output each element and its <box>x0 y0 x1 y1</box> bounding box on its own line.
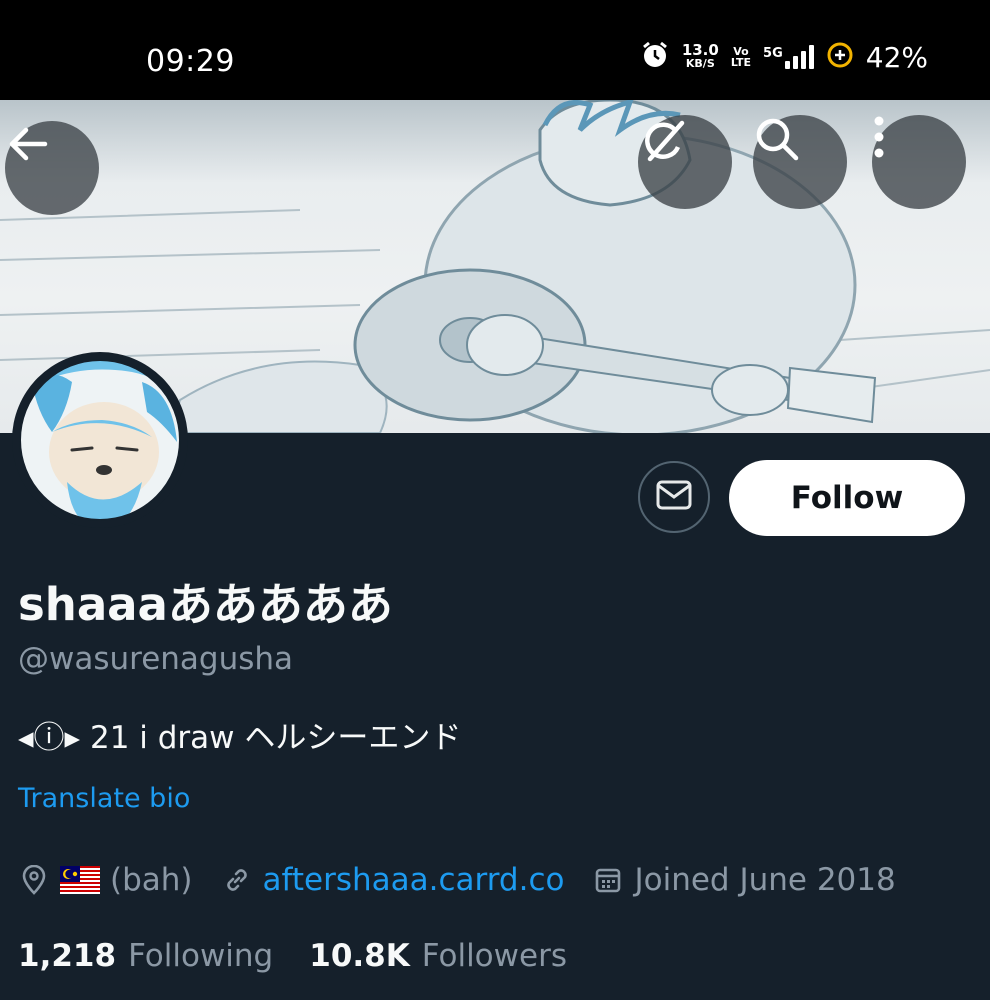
profile-bio: ◂ⓘ▸ 21 i draw ヘルシーエンド <box>18 720 462 756</box>
profile-meta: (bah) aftershaaa.carrd.co Joined June 20… <box>20 862 926 898</box>
followers-label: Followers <box>421 938 567 974</box>
battery-level: 42% <box>865 40 928 74</box>
website-item[interactable]: aftershaaa.carrd.co <box>223 862 565 898</box>
search-button[interactable] <box>753 115 847 209</box>
more-button[interactable] <box>872 115 966 209</box>
status-bar: 09:29 13.0 KB/S Vo LTE 5G 42% <box>0 0 990 100</box>
location-item: (bah) <box>20 862 193 898</box>
speed-value: 13.0 <box>681 41 719 59</box>
speed-unit: KB/S <box>685 57 715 70</box>
calendar-icon <box>594 866 622 894</box>
network-speed: 13.0 KB/S <box>682 43 719 71</box>
network-type: 5G <box>763 46 783 61</box>
user-handle: @wasurenagusha <box>18 641 294 677</box>
follow-button[interactable]: Follow <box>729 460 965 536</box>
following-count: 1,218 <box>18 938 117 974</box>
volte-indicator: Vo LTE <box>731 46 751 68</box>
location-text: (bah) <box>110 862 193 898</box>
joined-item: Joined June 2018 <box>594 862 896 898</box>
followers-stat[interactable]: 10.8K Followers <box>309 938 567 974</box>
signal-bars-icon <box>784 45 814 69</box>
battery-saver-icon <box>826 41 854 73</box>
location-pin-icon <box>20 865 48 895</box>
status-icons: 13.0 KB/S Vo LTE 5G 42% <box>640 40 928 74</box>
avatar[interactable] <box>12 352 188 528</box>
website-link[interactable]: aftershaaa.carrd.co <box>263 862 565 898</box>
following-stat[interactable]: 1,218 Following <box>18 938 273 974</box>
volte-bottom: LTE <box>730 56 752 69</box>
followers-count: 10.8K <box>309 938 410 974</box>
message-button[interactable] <box>638 461 710 533</box>
joined-date: Joined June 2018 <box>634 862 896 898</box>
follow-stats: 1,218 Following 10.8K Followers <box>18 938 603 974</box>
translate-bio-link[interactable]: Translate bio <box>18 783 190 814</box>
back-button[interactable] <box>5 121 99 215</box>
alarm-icon <box>640 40 670 74</box>
display-name: shaaaあああああ <box>18 578 393 631</box>
envelope-icon <box>656 480 692 514</box>
following-label: Following <box>128 938 274 974</box>
link-icon <box>223 866 251 894</box>
status-time: 09:29 <box>146 44 235 79</box>
avatar-image <box>19 359 181 521</box>
malaysia-flag-icon <box>60 866 100 894</box>
grok-button[interactable] <box>638 115 732 209</box>
signal-indicator: 5G <box>763 45 814 69</box>
